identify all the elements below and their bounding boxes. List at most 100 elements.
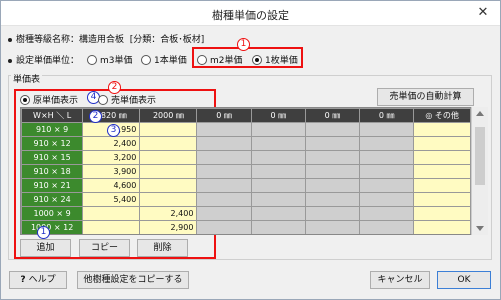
column-header[interactable]: 0 ㎜	[359, 108, 415, 123]
price-cell[interactable]	[359, 136, 415, 151]
help-icon: ?	[20, 275, 26, 285]
copy-other-species-button[interactable]: 他樹種設定をコピーする	[77, 271, 189, 289]
size-cell[interactable]: 1000 × 12	[21, 220, 84, 234]
scroll-down-icon[interactable]	[476, 226, 484, 231]
price-cell[interactable]	[359, 164, 415, 179]
price-cell[interactable]: 5,400	[82, 192, 141, 207]
price-cell[interactable]	[250, 150, 306, 165]
price-cell[interactable]: 2,400	[82, 136, 141, 151]
size-cell[interactable]: 910 × 9	[21, 122, 84, 137]
price-cell[interactable]	[196, 122, 252, 137]
ok-button[interactable]: OK	[437, 271, 491, 289]
table-row: 910 × 15 3,200	[21, 150, 471, 165]
price-cell[interactable]	[196, 136, 252, 151]
price-cell[interactable]	[250, 220, 306, 234]
price-cell[interactable]	[139, 178, 198, 193]
column-header[interactable]: W×H ＼ L	[21, 108, 84, 123]
price-cell[interactable]	[413, 122, 471, 137]
price-cell[interactable]	[196, 178, 252, 193]
close-icon[interactable]: ✕	[475, 5, 491, 21]
price-cell[interactable]	[304, 206, 361, 221]
price-cell[interactable]	[139, 122, 198, 137]
price-cell[interactable]: 3,900	[82, 164, 141, 179]
price-cell[interactable]: 2,900	[139, 220, 198, 234]
price-grid: W×H ＼ L 1820 ㎜ 2000 ㎜ 0 ㎜ 0 ㎜ 0 ㎜ 0 ㎜ ◎ …	[20, 107, 472, 235]
price-cell[interactable]	[250, 122, 306, 137]
price-cell[interactable]	[359, 150, 415, 165]
price-cell[interactable]	[413, 178, 471, 193]
table-row: 1000 × 9 2,400	[21, 206, 471, 221]
column-header[interactable]: 0 ㎜	[250, 108, 306, 123]
size-cell[interactable]: 910 × 24	[21, 192, 84, 207]
column-header[interactable]: 0 ㎜	[304, 108, 361, 123]
radio-per-sheet-price[interactable]: 1枚単価	[252, 53, 298, 66]
price-cell[interactable]	[413, 220, 471, 234]
copy-row-button[interactable]: コピー	[79, 239, 130, 257]
column-header[interactable]: 2000 ㎜	[139, 108, 198, 123]
price-cell[interactable]: 3,200	[82, 150, 141, 165]
vertical-scrollbar[interactable]	[471, 107, 488, 235]
price-cell[interactable]	[139, 150, 198, 165]
price-cell[interactable]	[304, 220, 361, 234]
price-cell[interactable]	[196, 164, 252, 179]
price-cell[interactable]	[304, 192, 361, 207]
radio-label: 売単価表示	[111, 96, 157, 106]
price-cell[interactable]	[196, 206, 252, 221]
price-cell[interactable]	[196, 150, 252, 165]
cancel-button[interactable]: キャンセル	[370, 271, 430, 289]
size-cell[interactable]: 1000 × 9	[21, 206, 84, 221]
scroll-up-icon[interactable]	[476, 111, 484, 116]
price-cell[interactable]	[304, 178, 361, 193]
price-cell[interactable]	[359, 206, 415, 221]
price-cell[interactable]	[413, 164, 471, 179]
add-row-button[interactable]: 追加	[20, 239, 71, 257]
size-cell[interactable]: 910 × 21	[21, 178, 84, 193]
table-row: 910 × 24 5,400	[21, 192, 471, 207]
radio-sale-price-display[interactable]: 売単価表示	[98, 93, 156, 106]
price-cell[interactable]	[413, 206, 471, 221]
radio-selected-icon	[20, 94, 30, 105]
price-cell[interactable]	[250, 192, 306, 207]
price-cell[interactable]	[304, 122, 361, 137]
size-cell[interactable]: 910 × 15	[21, 150, 84, 165]
size-cell[interactable]: 910 × 18	[21, 164, 84, 179]
column-header[interactable]: ◎ その他	[413, 108, 471, 123]
radio-label: m3単価	[100, 56, 133, 66]
price-cell[interactable]	[250, 178, 306, 193]
price-cell[interactable]	[359, 178, 415, 193]
radio-m2-price[interactable]: m2単価	[197, 53, 243, 66]
help-button[interactable]: ? ヘルプ	[9, 271, 67, 289]
price-cell[interactable]	[250, 136, 306, 151]
price-cell[interactable]	[250, 206, 306, 221]
price-cell[interactable]	[304, 136, 361, 151]
radio-per-piece-price[interactable]: 1本単価	[141, 53, 187, 66]
delete-row-button[interactable]: 削除	[137, 239, 188, 257]
price-cell[interactable]	[413, 136, 471, 151]
price-cell[interactable]	[139, 164, 198, 179]
window-title: 樹種単価の設定	[212, 9, 289, 22]
price-cell[interactable]	[304, 150, 361, 165]
annotation-marker-1-blue: 1	[37, 226, 50, 239]
price-cell[interactable]	[359, 192, 415, 207]
auto-calc-sale-price-button[interactable]: 売単価の自動計算	[377, 88, 474, 106]
size-cell[interactable]: 910 × 12	[21, 136, 84, 151]
price-cell[interactable]	[82, 206, 141, 221]
price-cell[interactable]	[304, 164, 361, 179]
price-cell[interactable]	[82, 220, 141, 234]
price-cell[interactable]	[139, 192, 198, 207]
radio-m3-price[interactable]: m3単価	[87, 53, 133, 66]
price-cell[interactable]: 2,400	[139, 206, 198, 221]
bullet-icon	[8, 37, 12, 42]
price-cell[interactable]	[250, 164, 306, 179]
radio-cost-price-display[interactable]: 原単価表示	[20, 93, 78, 106]
price-cell[interactable]	[413, 150, 471, 165]
price-cell[interactable]	[196, 192, 252, 207]
price-cell[interactable]	[359, 220, 415, 234]
price-cell[interactable]	[413, 192, 471, 207]
scroll-thumb[interactable]	[475, 127, 485, 185]
price-cell[interactable]	[359, 122, 415, 137]
column-header[interactable]: 0 ㎜	[196, 108, 252, 123]
price-cell[interactable]	[196, 220, 252, 234]
price-cell[interactable]	[139, 136, 198, 151]
price-cell[interactable]: 4,600	[82, 178, 141, 193]
